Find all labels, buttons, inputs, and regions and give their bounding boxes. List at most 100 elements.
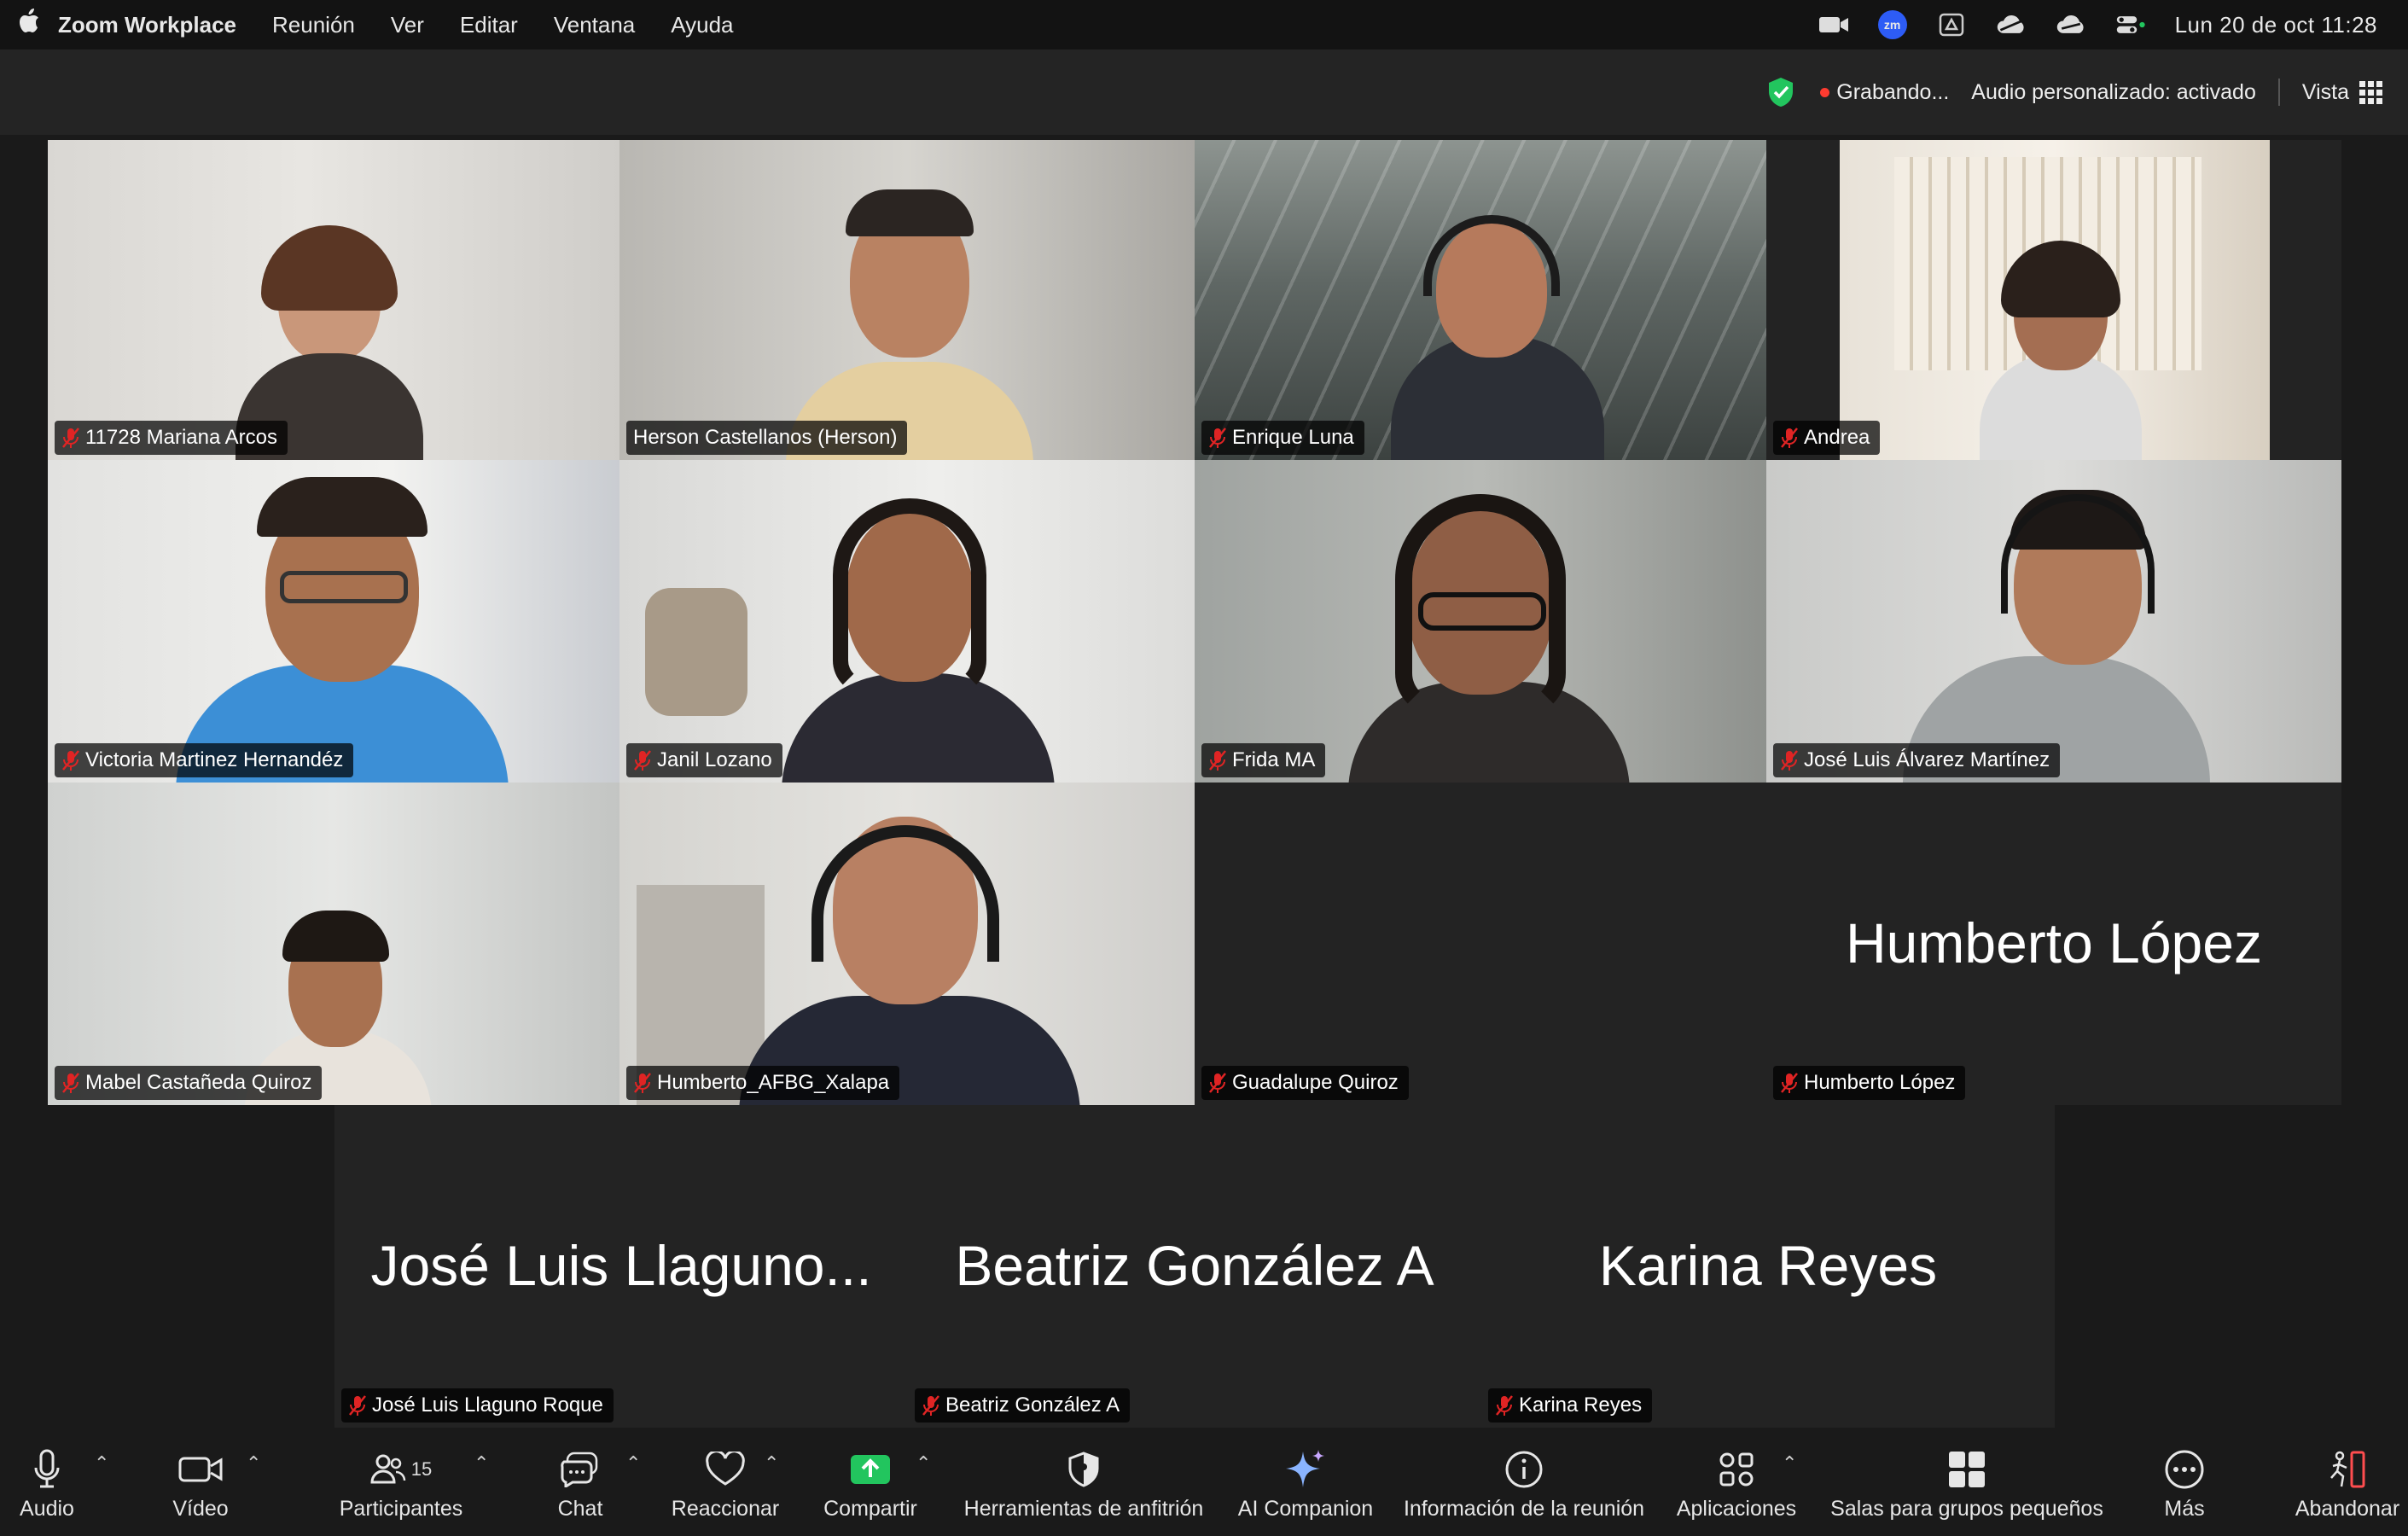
- meeting-info-button[interactable]: Información de la reunión: [1396, 1434, 1652, 1536]
- participant-tile[interactable]: Humberto_AFBG_Xalapa: [619, 783, 1195, 1105]
- participant-nametag: Humberto_AFBG_Xalapa: [626, 1066, 900, 1100]
- participant-big-name: Karina Reyes: [1598, 1234, 1938, 1297]
- mic-muted-icon: [348, 1394, 367, 1417]
- apps-button[interactable]: Aplicaciones: [1664, 1434, 1809, 1536]
- participant-nametag: José Luis Llaguno Roque: [341, 1388, 614, 1423]
- share-screen-button[interactable]: Compartir: [811, 1434, 930, 1536]
- participants-icon: 15: [370, 1442, 432, 1497]
- mic-muted-icon: [1495, 1394, 1514, 1417]
- participant-tile[interactable]: José Luis Llaguno... José Luis Llaguno R…: [334, 1105, 908, 1428]
- participant-tile-active-speaker[interactable]: Herson Castellanos (Herson): [619, 140, 1195, 460]
- topbar-divider: [2277, 79, 2280, 106]
- participant-tile[interactable]: Janil Lozano: [619, 460, 1195, 783]
- menu-editar[interactable]: Editar: [460, 12, 518, 38]
- recording-label: Grabando...: [1836, 79, 1950, 104]
- app-menu-name[interactable]: Zoom Workplace: [58, 12, 236, 38]
- ai-companion-button[interactable]: AI Companion: [1229, 1434, 1382, 1536]
- mic-muted-icon: [1208, 427, 1227, 449]
- participant-nametag: 11728 Mariana Arcos: [55, 421, 288, 455]
- zoom-menubar-icon[interactable]: zm: [1877, 10, 1907, 39]
- view-button[interactable]: Vista: [2302, 80, 2382, 105]
- more-dots-icon: [2164, 1442, 2205, 1497]
- react-button[interactable]: Reaccionar: [666, 1434, 785, 1536]
- participant-big-name: Humberto López: [1846, 911, 2262, 975]
- participant-tile[interactable]: Frida MA: [1195, 460, 1766, 783]
- view-label: Vista: [2301, 79, 2349, 104]
- participants-options-chevron-icon[interactable]: ⌃: [474, 1452, 489, 1475]
- leave-meeting-button[interactable]: Abandonar: [2287, 1434, 2408, 1536]
- video-options-chevron-icon[interactable]: ⌃: [246, 1452, 261, 1475]
- apple-logo-icon[interactable]: [0, 9, 58, 41]
- cloud-sync-icon[interactable]: [1996, 14, 2027, 36]
- share-arrow-icon: [849, 1442, 892, 1497]
- leave-door-icon: [2326, 1442, 2369, 1497]
- participant-nametag: Mabel Castañeda Quiroz: [55, 1066, 323, 1100]
- breakout-rooms-button[interactable]: Salas para grupos pequeños: [1826, 1434, 2108, 1536]
- microphone-icon: [32, 1442, 61, 1497]
- participants-button[interactable]: 15 Participantes: [333, 1434, 469, 1536]
- participant-tile[interactable]: Victoria Martinez Hernandéz: [48, 460, 619, 783]
- participant-nametag: Beatriz González A: [915, 1388, 1131, 1423]
- apps-options-chevron-icon[interactable]: ⌃: [1782, 1452, 1797, 1475]
- heart-icon: [705, 1442, 746, 1497]
- react-options-chevron-icon[interactable]: ⌃: [764, 1452, 779, 1475]
- menubar-clock: Lun 20 de oct 11:28: [2174, 11, 2377, 38]
- participant-tile[interactable]: Guadalupe Quiroz: [1195, 783, 1766, 1105]
- participant-nametag: Andrea: [1773, 421, 1881, 455]
- custom-audio-status[interactable]: Audio personalizado: activado: [1971, 80, 2256, 105]
- recording-dot-icon: [1820, 87, 1830, 97]
- participant-tile[interactable]: José Luis Álvarez Martínez: [1766, 460, 2341, 783]
- menu-ayuda[interactable]: Ayuda: [671, 12, 733, 38]
- video-camera-icon: [178, 1442, 223, 1497]
- mic-muted-icon: [1780, 427, 1799, 449]
- sparkle-icon: [1284, 1442, 1327, 1497]
- audio-button[interactable]: Audio: [0, 1434, 94, 1536]
- participant-nametag: José Luis Álvarez Martínez: [1773, 743, 2061, 777]
- macos-menu-bar: Zoom Workplace Reunión Ver Editar Ventan…: [0, 0, 2408, 49]
- camera-status-icon[interactable]: [1818, 14, 1849, 36]
- participant-tile[interactable]: Humberto López Humberto López: [1766, 783, 2341, 1105]
- video-gallery: 11728 Mariana Arcos Herson Castellanos (…: [0, 135, 2408, 1434]
- host-tools-button[interactable]: Herramientas de anfitrión: [956, 1434, 1212, 1536]
- chat-bubble-icon: [561, 1442, 600, 1497]
- recording-indicator[interactable]: Grabando...: [1820, 80, 1949, 105]
- audio-options-chevron-icon[interactable]: ⌃: [94, 1452, 109, 1475]
- mic-muted-icon: [1780, 1072, 1799, 1094]
- more-button[interactable]: Más: [2142, 1434, 2227, 1536]
- participant-tile[interactable]: Mabel Castañeda Quiroz: [48, 783, 619, 1105]
- mic-muted-icon: [61, 1072, 80, 1094]
- info-icon: [1504, 1442, 1544, 1497]
- participant-nametag: Enrique Luna: [1201, 421, 1364, 455]
- participant-nametag: Victoria Martinez Hernandéz: [55, 743, 354, 777]
- participants-count: 15: [410, 1458, 433, 1480]
- drive-icon[interactable]: [1936, 13, 1967, 37]
- meeting-controls-toolbar: Audio ⌃ Vídeo ⌃ 15 Participantes ⌃ Chat …: [0, 1434, 2408, 1536]
- share-options-chevron-icon[interactable]: ⌃: [916, 1452, 931, 1475]
- cloud-icon[interactable]: [2056, 14, 2086, 36]
- participant-nametag: Humberto López: [1773, 1066, 1966, 1100]
- meeting-top-bar: Grabando... Audio personalizado: activad…: [0, 49, 2408, 135]
- mic-muted-icon: [922, 1394, 940, 1417]
- participant-big-name: José Luis Llaguno...: [370, 1234, 872, 1297]
- security-shield-icon[interactable]: [1764, 75, 1798, 109]
- mic-muted-icon: [633, 749, 652, 771]
- video-button[interactable]: Vídeo: [158, 1434, 243, 1536]
- menu-ver[interactable]: Ver: [391, 12, 424, 38]
- chat-options-chevron-icon[interactable]: ⌃: [625, 1452, 641, 1475]
- apps-icon: [1718, 1442, 1755, 1497]
- mic-muted-icon: [1208, 1072, 1227, 1094]
- grid-view-icon: [2359, 80, 2382, 104]
- participant-tile[interactable]: Andrea: [1766, 140, 2341, 460]
- participant-tile[interactable]: Enrique Luna: [1195, 140, 1766, 460]
- shield-icon: [1067, 1442, 1101, 1497]
- menu-reunion[interactable]: Reunión: [272, 12, 355, 38]
- participant-tile[interactable]: 11728 Mariana Arcos: [48, 140, 619, 460]
- participant-nametag: Guadalupe Quiroz: [1201, 1066, 1409, 1100]
- mic-muted-icon: [1780, 749, 1799, 771]
- chat-button[interactable]: Chat: [538, 1434, 623, 1536]
- participant-tile[interactable]: Karina Reyes Karina Reyes: [1481, 1105, 2055, 1428]
- menu-ventana[interactable]: Ventana: [554, 12, 635, 38]
- control-center-icon[interactable]: [2115, 14, 2146, 36]
- participant-nametag: Herson Castellanos (Herson): [626, 421, 908, 455]
- participant-tile[interactable]: Beatriz González A Beatriz González A: [908, 1105, 1481, 1428]
